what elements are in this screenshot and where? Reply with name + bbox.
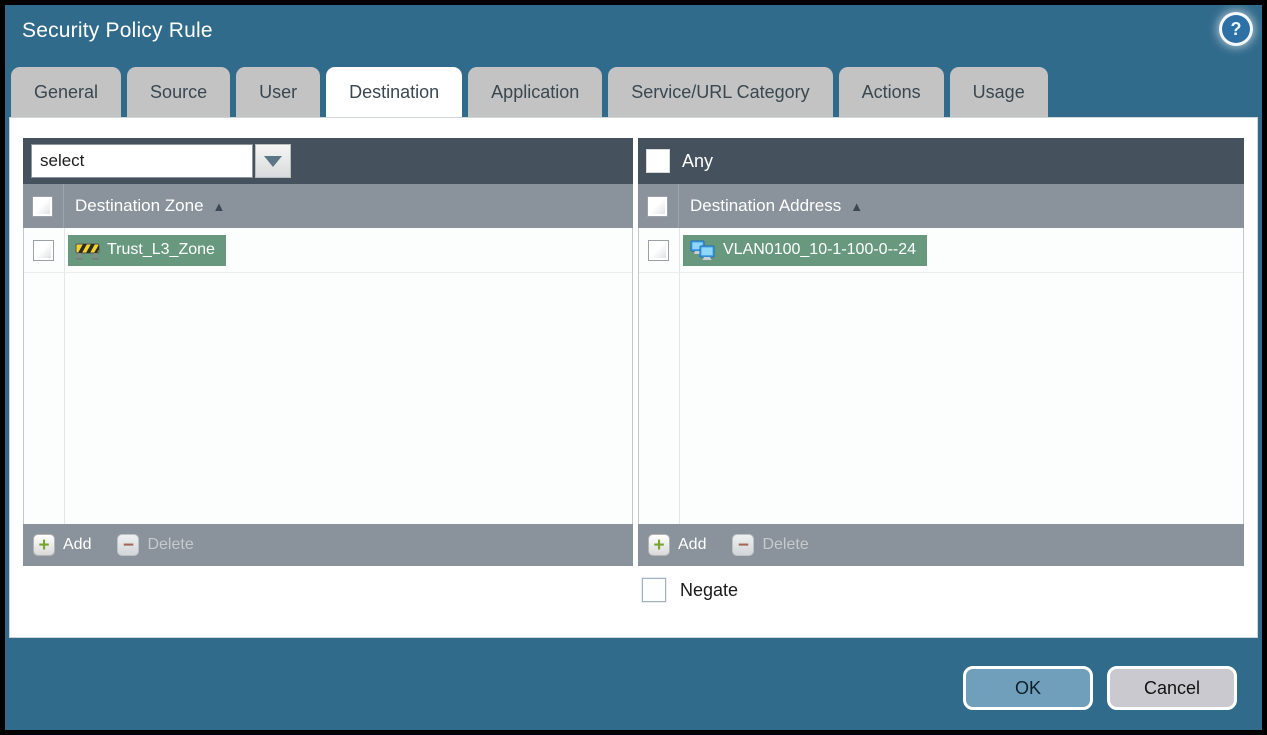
destination-zone-panel: Destination Zone ▲ bbox=[23, 138, 633, 566]
address-chip-label: VLAN0100_10-1-100-0--24 bbox=[723, 241, 917, 258]
add-label: Add bbox=[63, 536, 92, 553]
delete-address-button[interactable]: − Delete bbox=[732, 534, 809, 556]
any-label: Any bbox=[682, 150, 714, 171]
address-list: VLAN0100_10-1-100-0--24 bbox=[638, 228, 1244, 524]
tab-application[interactable]: Application bbox=[468, 67, 603, 117]
zone-select-dropdown[interactable] bbox=[31, 144, 291, 178]
tab-user[interactable]: User bbox=[236, 67, 321, 117]
column-title-destination-address[interactable]: Destination Address bbox=[690, 196, 841, 216]
zone-list: Trust_L3_Zone bbox=[23, 228, 633, 524]
destination-tab-content: Destination Zone ▲ bbox=[9, 117, 1258, 638]
table-row[interactable]: Trust_L3_Zone bbox=[24, 228, 632, 273]
minus-icon: − bbox=[732, 534, 755, 556]
add-address-button[interactable]: + Add bbox=[648, 534, 706, 556]
row-checkbox[interactable] bbox=[33, 239, 54, 261]
select-all-zones-checkbox[interactable] bbox=[32, 195, 53, 217]
zone-panel-toolbar bbox=[23, 138, 633, 184]
address-column-header: Destination Address ▲ bbox=[638, 184, 1244, 228]
zone-chip-label: Trust_L3_Zone bbox=[107, 241, 215, 258]
negate-row: Negate bbox=[642, 578, 738, 602]
tab-usage[interactable]: Usage bbox=[949, 67, 1048, 117]
tab-destination[interactable]: Destination bbox=[326, 67, 463, 117]
header-divider bbox=[678, 184, 679, 228]
any-address-checkbox[interactable] bbox=[646, 149, 670, 173]
chevron-down-icon bbox=[264, 155, 282, 167]
address-chip-vlan0100[interactable]: VLAN0100_10-1-100-0--24 bbox=[683, 234, 928, 266]
sort-ascending-icon[interactable]: ▲ bbox=[213, 199, 226, 214]
negate-label: Negate bbox=[680, 579, 739, 600]
dialog-title: Security Policy Rule bbox=[22, 19, 213, 42]
add-zone-button[interactable]: + Add bbox=[33, 534, 91, 556]
security-policy-rule-dialog: Security Policy Rule ? General Source Us… bbox=[0, 0, 1267, 735]
cancel-button[interactable]: Cancel bbox=[1107, 666, 1237, 710]
tab-actions[interactable]: Actions bbox=[838, 67, 944, 117]
destination-address-panel: Any Destination Address ▲ VLAN0100_10-1-… bbox=[638, 138, 1244, 566]
zone-chip-trust-l3[interactable]: Trust_L3_Zone bbox=[68, 234, 226, 266]
minus-icon: − bbox=[117, 534, 140, 556]
zone-icon bbox=[75, 243, 100, 259]
column-title-destination-zone[interactable]: Destination Zone bbox=[75, 196, 204, 216]
delete-label: Delete bbox=[147, 536, 194, 553]
tab-source[interactable]: Source bbox=[127, 67, 231, 117]
plus-icon: + bbox=[33, 534, 55, 556]
tab-general[interactable]: General bbox=[11, 67, 122, 117]
address-icon bbox=[690, 240, 715, 260]
header-divider bbox=[63, 184, 64, 228]
sort-ascending-icon[interactable]: ▲ bbox=[850, 199, 863, 214]
help-icon[interactable]: ? bbox=[1222, 15, 1250, 43]
zone-column-header: Destination Zone ▲ bbox=[23, 184, 633, 228]
zone-panel-footer: + Add − Delete bbox=[23, 524, 633, 566]
negate-checkbox[interactable] bbox=[642, 578, 666, 602]
row-checkbox[interactable] bbox=[648, 239, 669, 261]
dropdown-button[interactable] bbox=[255, 144, 291, 178]
address-panel-toolbar: Any bbox=[638, 138, 1244, 184]
delete-zone-button[interactable]: − Delete bbox=[117, 534, 194, 556]
question-mark-glyph: ? bbox=[1230, 18, 1242, 39]
address-panel-footer: + Add − Delete bbox=[638, 524, 1244, 566]
ok-button[interactable]: OK bbox=[963, 666, 1093, 710]
tab-service-url-category[interactable]: Service/URL Category bbox=[608, 67, 833, 117]
zone-select-input[interactable] bbox=[31, 144, 253, 178]
tab-bar: General Source User Destination Applicat… bbox=[11, 67, 1054, 117]
plus-icon: + bbox=[648, 534, 670, 556]
select-all-addresses-checkbox[interactable] bbox=[647, 195, 668, 217]
delete-label: Delete bbox=[762, 536, 809, 553]
table-row[interactable]: VLAN0100_10-1-100-0--24 bbox=[639, 228, 1243, 273]
add-label: Add bbox=[678, 536, 707, 553]
